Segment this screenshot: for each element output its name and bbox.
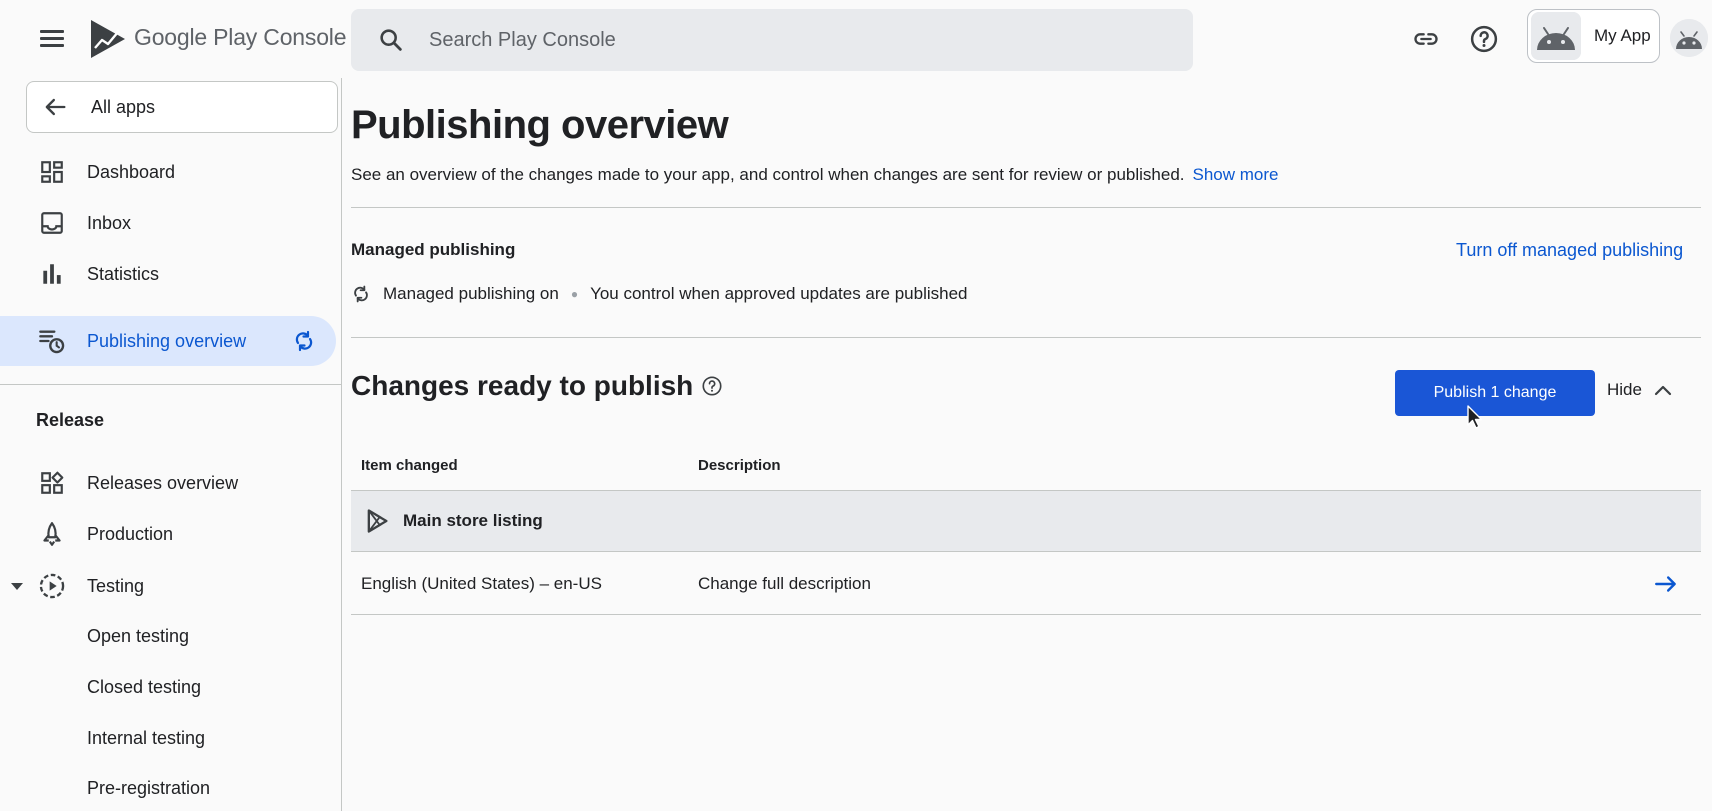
sidebar-item-pre-registration[interactable]: Pre-registration — [87, 778, 210, 799]
column-header-description: Description — [698, 457, 781, 474]
managed-publishing-status: Managed publishing on ● You control when… — [351, 284, 968, 304]
app-switcher[interactable]: My App — [1527, 9, 1660, 63]
sidebar-item-label: Production — [87, 523, 174, 544]
sidebar-item-internal-testing[interactable]: Internal testing — [87, 728, 205, 749]
publish-button[interactable]: Publish 1 change — [1395, 370, 1595, 416]
column-header-item-changed: Item changed — [361, 457, 458, 474]
sidebar-item-statistics[interactable]: Statistics — [0, 249, 338, 299]
cell-description: Change full description — [698, 574, 871, 593]
app-name: My App — [1594, 26, 1651, 45]
divider — [351, 207, 1701, 208]
sidebar-item-label: Statistics — [87, 263, 160, 284]
sidebar: All apps Dashboard Inbox Statistics Publ… — [0, 78, 342, 811]
publishing-overview-icon — [38, 327, 66, 355]
sidebar-item-closed-testing[interactable]: Closed testing — [87, 677, 201, 698]
releases-overview-icon — [38, 469, 66, 497]
sidebar-item-label: Publishing overview — [87, 330, 247, 351]
inbox-icon — [38, 209, 66, 237]
production-icon — [38, 520, 66, 548]
changes-ready-title-text: Changes ready to publish — [351, 370, 694, 401]
page-title: Publishing overview — [351, 103, 729, 147]
managed-publishing-status-text: Managed publishing on — [383, 284, 559, 303]
sidebar-item-production[interactable]: Production — [0, 509, 338, 559]
sidebar-item-testing[interactable]: Testing — [0, 561, 338, 611]
chevron-up-icon — [1654, 385, 1672, 396]
hide-button[interactable]: Hide — [1607, 380, 1672, 400]
sidebar-item-label: Inbox — [87, 212, 132, 233]
help-icon[interactable] — [701, 375, 723, 397]
separator-dot: ● — [570, 287, 579, 301]
all-apps-button[interactable]: All apps — [26, 81, 338, 133]
sidebar-item-releases-overview[interactable]: Releases overview — [0, 458, 338, 508]
link-icon[interactable] — [1409, 22, 1443, 56]
cell-item-changed: English (United States) – en-US — [361, 574, 602, 593]
hide-button-label: Hide — [1607, 380, 1642, 399]
sidebar-item-label: Dashboard — [87, 161, 176, 182]
arrow-forward-icon[interactable] — [1653, 571, 1679, 597]
search-bar[interactable]: Search Play Console — [351, 9, 1193, 71]
all-apps-label: All apps — [91, 96, 156, 117]
divider — [351, 337, 1701, 338]
managed-publishing-title: Managed publishing — [351, 240, 516, 259]
statistics-icon — [38, 260, 66, 288]
mouse-cursor-icon — [1467, 405, 1483, 429]
testing-icon — [38, 572, 66, 600]
sidebar-item-publishing-overview[interactable]: Publishing overview — [0, 316, 336, 366]
menu-icon[interactable] — [36, 26, 68, 54]
search-placeholder[interactable]: Search Play Console — [429, 29, 616, 52]
sync-icon — [354, 285, 368, 303]
play-icon — [367, 509, 388, 533]
help-icon[interactable] — [1467, 22, 1501, 56]
play-console-logo — [91, 20, 125, 58]
sidebar-item-inbox[interactable]: Inbox — [0, 198, 338, 248]
changes-ready-title: Changes ready to publish — [351, 370, 723, 402]
top-bar: Google Play Console Search Play Console — [0, 0, 1712, 78]
app-icon — [1531, 12, 1581, 60]
dashboard-icon — [38, 158, 66, 186]
show-more-link[interactable]: Show more — [1193, 165, 1279, 184]
sidebar-divider — [0, 384, 342, 385]
table-group-row: Main store listing — [351, 490, 1701, 552]
account-avatar[interactable] — [1670, 19, 1708, 57]
sidebar-item-label: Releases overview — [87, 472, 239, 493]
brand-title[interactable]: Google Play Console — [134, 24, 346, 51]
turn-off-managed-publishing-link[interactable]: Turn off managed publishing — [1456, 240, 1683, 261]
sidebar-item-label: Testing — [87, 575, 145, 596]
search-icon — [380, 29, 402, 51]
sync-icon — [295, 330, 313, 352]
managed-publishing-status-detail: You control when approved updates are pu… — [590, 284, 968, 303]
page-description: See an overview of the changes made to y… — [351, 165, 1279, 185]
table-row[interactable]: English (United States) – en-US Change f… — [351, 553, 1701, 615]
sidebar-item-dashboard[interactable]: Dashboard — [0, 147, 338, 197]
group-label: Main store listing — [403, 511, 543, 530]
arrow-back-icon — [45, 98, 66, 116]
section-label-release: Release — [36, 410, 105, 430]
page-description-text: See an overview of the changes made to y… — [351, 165, 1185, 184]
sidebar-item-open-testing[interactable]: Open testing — [87, 626, 189, 647]
